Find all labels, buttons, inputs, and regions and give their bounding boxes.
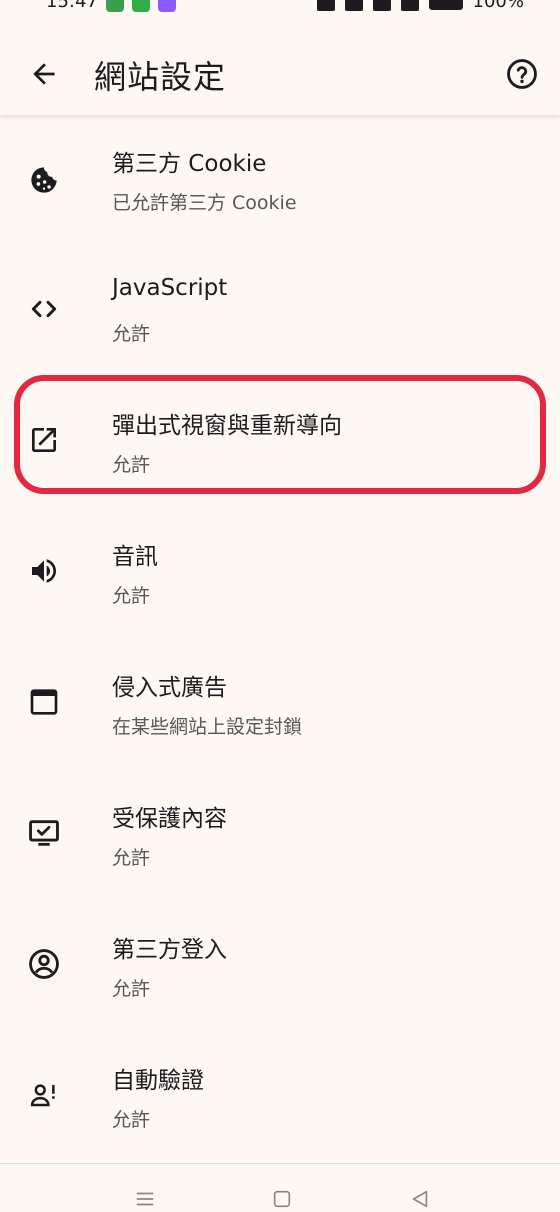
setting-subtitle: 已允許第三方 Cookie (112, 192, 297, 214)
setting-title: 第三方 Cookie (112, 151, 267, 177)
account-circle-icon (24, 944, 64, 984)
setting-subtitle: 允許 (112, 1109, 151, 1131)
battery-percent: 100% (472, 0, 524, 12)
setting-title: 自動驗證 (112, 1068, 204, 1094)
help-circle-icon (507, 59, 537, 89)
setting-title: 音訊 (112, 544, 158, 570)
setting-title: 侵入式廣告 (112, 675, 227, 701)
setting-title: 第三方登入 (112, 937, 227, 963)
setting-subtitle: 允許 (112, 978, 151, 1000)
code-icon (24, 289, 64, 329)
setting-subtitle: 允許 (112, 847, 151, 869)
wifi-icon (372, 0, 391, 11)
back-triangle-icon (412, 1190, 428, 1208)
home-square-icon (273, 1190, 291, 1208)
setting-item-third-party-cookie[interactable]: 第三方 Cookie 已允許第三方 Cookie (0, 116, 560, 247)
back-nav-button[interactable] (405, 1184, 435, 1212)
back-button[interactable] (24, 54, 64, 94)
setting-item-protected-content[interactable]: 受保護內容 允許 (0, 771, 560, 902)
status-app-icons (106, 0, 176, 12)
setting-item-auto-verify[interactable]: 自動驗證 允許 (0, 1033, 560, 1164)
setting-item-audio[interactable]: 音訊 允許 (0, 509, 560, 640)
setting-subtitle: 允許 (112, 323, 151, 345)
app-notification-icon (106, 0, 124, 12)
setting-subtitle: 允許 (112, 585, 151, 607)
no-sim-icon (400, 0, 419, 11)
status-time: 15:47 (46, 0, 98, 12)
status-system-icons: 100% (316, 0, 524, 12)
help-button[interactable] (502, 54, 542, 94)
setting-item-javascript[interactable]: JavaScript 允許 (0, 247, 560, 378)
setting-item-third-party-signin[interactable]: 第三方登入 允許 (0, 902, 560, 1033)
battery-icon (428, 0, 463, 10)
app-notification-icon (132, 0, 150, 12)
status-bar: 15:47 100% (0, 0, 560, 16)
setting-title: 受保護內容 (112, 806, 227, 832)
setting-item-intrusive-ads[interactable]: 侵入式廣告 在某些網站上設定封鎖 (0, 640, 560, 771)
setting-title: JavaScript (112, 275, 228, 301)
setting-item-popups-redirects[interactable]: 彈出式視窗與重新導向 允許 (0, 378, 560, 509)
arrow-back-icon (33, 63, 55, 85)
person-alert-icon (24, 1075, 64, 1115)
setting-subtitle: 允許 (112, 454, 151, 476)
home-button[interactable] (267, 1184, 297, 1212)
protected-content-icon (24, 813, 64, 853)
menu-icon (136, 1192, 154, 1206)
setting-subtitle: 在某些網站上設定封鎖 (112, 716, 303, 738)
vibrate-icon (344, 0, 363, 11)
volume-icon (24, 551, 64, 591)
open-in-new-icon (24, 420, 64, 460)
system-nav-bar (0, 1163, 560, 1212)
menu-button[interactable] (130, 1184, 160, 1212)
window-icon (24, 682, 64, 722)
app-bar: 網站設定 (0, 16, 560, 116)
app-notification-icon (158, 0, 176, 12)
page-title: 網站設定 (94, 58, 227, 96)
nfc-icon (316, 0, 335, 11)
cookie-icon (24, 160, 64, 200)
setting-title: 彈出式視窗與重新導向 (112, 413, 342, 439)
